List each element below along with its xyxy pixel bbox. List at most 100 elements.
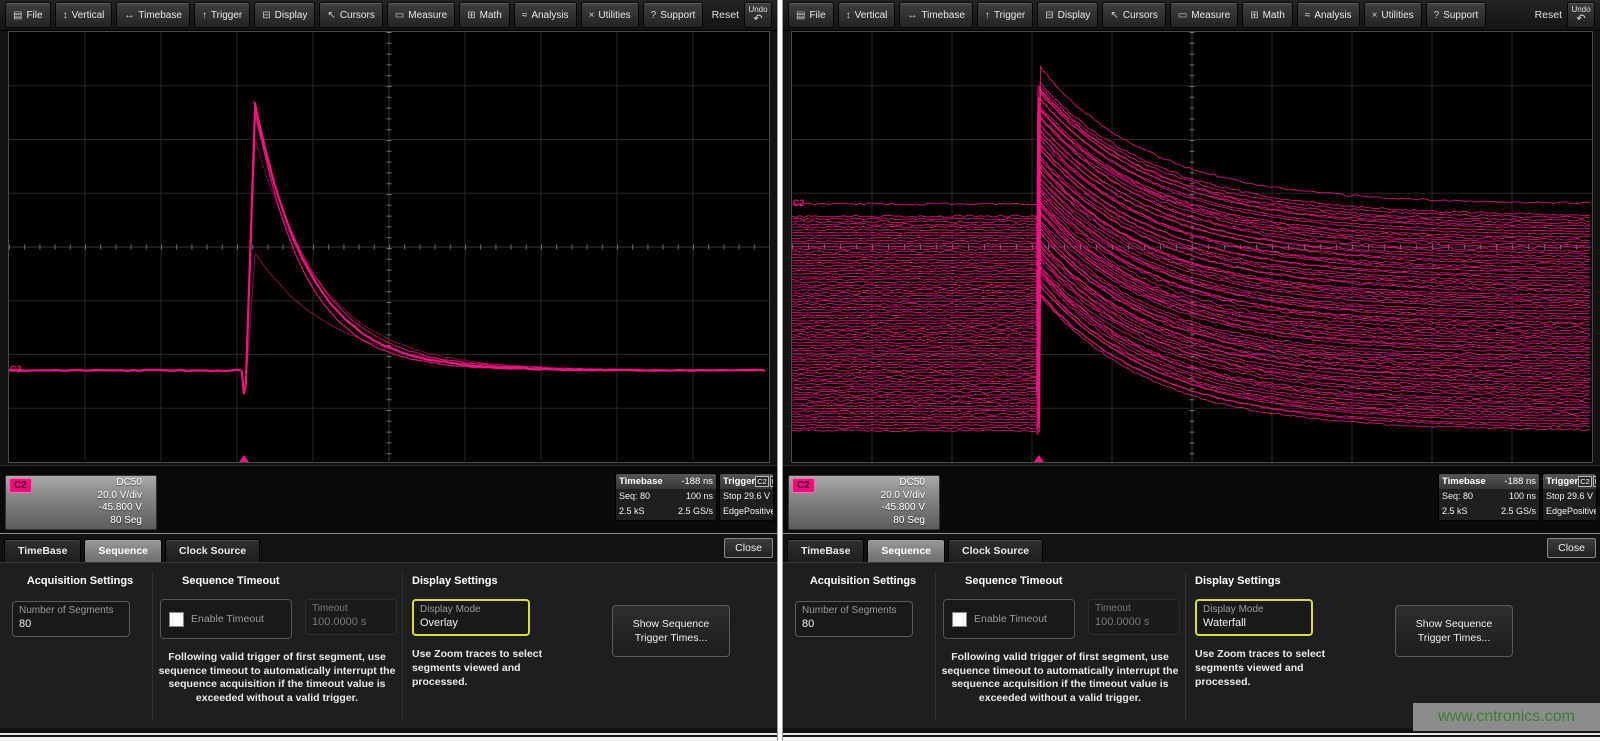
menu-items: ▤File↕Vertical↔Timebase↑Trigger⊟Display↖…	[3, 2, 705, 28]
trigger-level: 29.6 V	[1567, 489, 1593, 504]
tab-clock-source[interactable]: Clock Source	[948, 539, 1043, 562]
menu-trigger-button[interactable]: ↑Trigger	[977, 2, 1033, 28]
timebase-seq: Seq: 80	[619, 489, 650, 504]
sequence-timeout-heading: Sequence Timeout	[965, 575, 1063, 587]
menu-cursors-button[interactable]: ↖Cursors	[1102, 2, 1165, 28]
channel-descriptor[interactable]: C2 DC50 20.0 V/div -45.800 V 80 Seg	[5, 475, 157, 530]
undo-icon: ↶	[753, 14, 762, 24]
timeout-field[interactable]: Timeout 100.0000 s	[1088, 599, 1180, 635]
undo-button[interactable]: Undo ↶	[744, 2, 772, 28]
acquisition-settings-heading: Acquisition Settings	[793, 575, 933, 587]
menu-label: Display	[275, 10, 308, 21]
number-of-segments-field[interactable]: Number of Segments 80	[795, 601, 913, 637]
channel-ground-marker[interactable]: C2	[793, 198, 805, 208]
reset-button[interactable]: Reset	[712, 9, 739, 21]
menu-right-group: Reset Undo ↶	[712, 2, 774, 28]
channel-descriptor[interactable]: C2 DC50 20.0 V/div -45.800 V 80 Seg	[788, 475, 940, 530]
display-mode-value: Waterfall	[1203, 616, 1305, 630]
menu-utilities-button[interactable]: ×Utilities	[581, 2, 639, 28]
dual-screenshot-canvas: ▤File↕Vertical↔Timebase↑Trigger⊟Display↖…	[0, 0, 1600, 741]
checkbox-box[interactable]	[952, 612, 967, 627]
trigger-coupling-badge: DC	[770, 476, 774, 487]
tab-timebase[interactable]: TimeBase	[4, 539, 81, 562]
reset-button[interactable]: Reset	[1535, 9, 1562, 21]
trigger-position-marker[interactable]	[239, 455, 249, 462]
timebase-delay: -188 ns	[681, 476, 713, 487]
menu-timebase-button[interactable]: ↔Timebase	[899, 2, 973, 28]
close-button[interactable]: Close	[724, 538, 773, 558]
measure-icon: ▭	[395, 10, 404, 21]
channel-offset: -45.800 V	[881, 502, 925, 515]
menu-label: Vertical	[855, 10, 888, 21]
channel-coupling: DC50	[98, 477, 142, 490]
tab-clock-source[interactable]: Clock Source	[165, 539, 260, 562]
tab-timebase[interactable]: TimeBase	[787, 539, 864, 562]
tab-sequence[interactable]: Sequence	[867, 539, 945, 562]
channel-ground-marker[interactable]: C2	[10, 364, 22, 374]
timebase-rate: 2.5 GS/s	[678, 504, 713, 519]
sequence-dialog: TimeBaseSequenceClock Source Close Acqui…	[783, 533, 1600, 728]
timeout-field[interactable]: Timeout 100.0000 s	[305, 599, 397, 635]
timebase-icon: ↔	[907, 10, 917, 21]
number-of-segments-field[interactable]: Number of Segments 80	[12, 601, 130, 637]
menu-display-button[interactable]: ⊟Display	[254, 2, 315, 28]
undo-button[interactable]: Undo ↶	[1567, 2, 1595, 28]
menu-label: Measure	[408, 10, 447, 21]
menu-cursors-button[interactable]: ↖Cursors	[319, 2, 382, 28]
checkbox-box[interactable]	[169, 612, 184, 627]
enable-timeout-checkbox[interactable]: Enable Timeout	[943, 599, 1075, 639]
menu-support-button[interactable]: ?Support	[1426, 2, 1487, 28]
menu-label: Cursors	[1123, 10, 1158, 21]
menu-vertical-button[interactable]: ↕Vertical	[838, 2, 896, 28]
analysis-icon: ≈	[1305, 10, 1311, 21]
menu-math-button[interactable]: ⊞Math	[1242, 2, 1293, 28]
menu-vertical-button[interactable]: ↕Vertical	[55, 2, 113, 28]
display-mode-select[interactable]: Display Mode Waterfall	[1195, 599, 1313, 636]
timebase-descriptor[interactable]: Timebase -188 ns Seq: 80 100 ns 2.5 kS 2…	[1438, 473, 1540, 521]
scope-window-overlay: ▤File↕Vertical↔Timebase↑Trigger⊟Display↖…	[0, 0, 777, 741]
support-icon: ?	[1434, 10, 1440, 21]
menu-label: Timebase	[138, 10, 182, 21]
trigger-title: Trigger	[1546, 476, 1578, 487]
close-button[interactable]: Close	[1547, 538, 1596, 558]
enable-timeout-checkbox[interactable]: Enable Timeout	[160, 599, 292, 639]
waveform-traces	[9, 32, 769, 462]
timebase-samples: 2.5 kS	[619, 504, 645, 519]
channel-badge: C2	[9, 478, 32, 493]
menu-display-button[interactable]: ⊟Display	[1037, 2, 1098, 28]
menu-timebase-button[interactable]: ↔Timebase	[116, 2, 190, 28]
trigger-icon: ↑	[202, 10, 207, 21]
trigger-descriptor[interactable]: Trigger C2 DC Stop 29.6 V Edge Positive	[1542, 473, 1597, 521]
menu-analysis-button[interactable]: ≈Analysis	[1297, 2, 1360, 28]
waveform-graticule-0[interactable]: C2	[8, 31, 770, 463]
menu-label: Measure	[1191, 10, 1230, 21]
menu-measure-button[interactable]: ▭ Measure	[387, 2, 455, 28]
menu-trigger-button[interactable]: ↑Trigger	[194, 2, 250, 28]
menu-support-button[interactable]: ?Support	[643, 2, 704, 28]
menu-analysis-button[interactable]: ≈Analysis	[514, 2, 577, 28]
menu-utilities-button[interactable]: ×Utilities	[1364, 2, 1422, 28]
waveform-graticule-1[interactable]: C2	[791, 31, 1593, 463]
timeout-value: 100.0000 s	[1095, 615, 1173, 629]
display-mode-select[interactable]: Display Mode Overlay	[412, 599, 530, 636]
menu-math-button[interactable]: ⊞Math	[459, 2, 510, 28]
show-sequence-trigger-times-button[interactable]: Show Sequence Trigger Times...	[1395, 605, 1513, 657]
tab-sequence[interactable]: Sequence	[84, 539, 162, 562]
cursors-icon: ↖	[327, 10, 335, 21]
display-settings-heading: Display Settings	[412, 575, 498, 587]
menu-file-button[interactable]: ▤File	[5, 2, 51, 28]
menu-measure-button[interactable]: ▭Measure	[1170, 2, 1238, 28]
scope-window-waterfall: ▤File↕Vertical↔Timebase↑Trigger⊟Display↖…	[783, 0, 1600, 741]
timebase-descriptor[interactable]: Timebase -188 ns Seq: 80 100 ns 2.5 kS 2…	[615, 473, 717, 521]
trigger-descriptor[interactable]: Trigger C2 DC Stop 29.6 V Edge Positive	[719, 473, 774, 521]
menu-label: Vertical	[72, 10, 105, 21]
menu-file-button[interactable]: ▤File	[788, 2, 834, 28]
trigger-position-marker[interactable]	[1034, 455, 1044, 462]
display-mode-label: Display Mode	[420, 603, 522, 616]
show-sequence-trigger-times-button[interactable]: Show Sequence Trigger Times...	[612, 605, 730, 657]
section-separator	[402, 571, 403, 720]
taskbar-strip	[783, 733, 1600, 741]
taskbar-strip	[0, 733, 777, 741]
trigger-source-badge: C2	[755, 476, 769, 487]
timebase-title: Timebase	[619, 476, 663, 487]
